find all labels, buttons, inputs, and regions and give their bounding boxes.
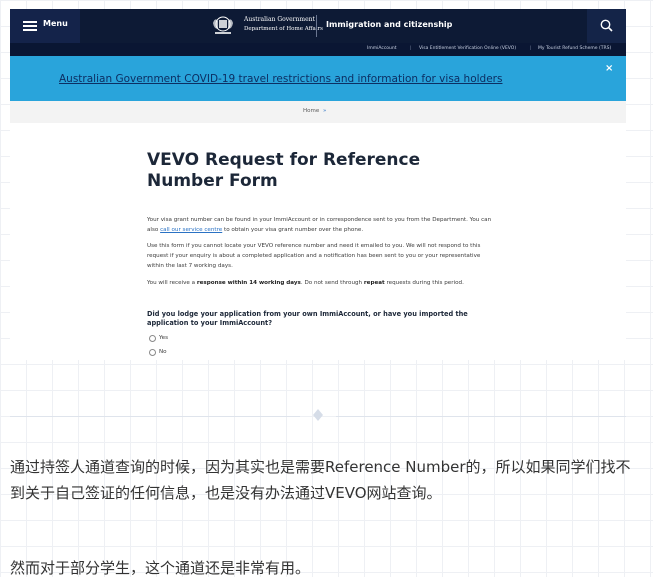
subnav-separator: | [530, 46, 532, 51]
close-icon[interactable]: × [605, 63, 613, 74]
subnav-immiaccount[interactable]: ImmiAccount [367, 46, 397, 51]
usage-paragraph: Use this form if you cannot locate your … [147, 243, 481, 269]
covid-alert-banner: Australian Government COVID-19 travel re… [10, 56, 626, 101]
call-service-centre-link[interactable]: call our service centre [160, 227, 222, 233]
site-header: Menu Australian Government Department of… [10, 9, 626, 43]
header-divider [316, 15, 317, 37]
intro-paragraph: Your visa grant number can be found in y… [147, 216, 492, 236]
radio-yes-label[interactable]: Yes [159, 335, 168, 341]
response-text: You will receive a [147, 280, 197, 286]
diamond-ornament-icon [313, 409, 323, 421]
subnav-separator: | [410, 46, 412, 51]
page-title: VEVO Request for Reference Number Form [147, 150, 421, 191]
department-name: Department of Home Affairs [244, 26, 323, 32]
breadcrumb: Home » [10, 101, 626, 123]
search-button[interactable] [587, 9, 626, 43]
response-time: response within 14 working days [196, 280, 301, 286]
covid-info-link[interactable]: Australian Government COVID-19 travel re… [59, 73, 502, 85]
immiaccount-question: Did you lodge your application from your… [147, 310, 468, 327]
search-icon [600, 19, 613, 32]
radio-yes[interactable] [149, 335, 156, 342]
response-text-end: requests during this period. [384, 280, 464, 286]
repeat-word: repeat [363, 280, 385, 286]
gov-name: Australian Government [244, 16, 315, 23]
hamburger-icon [23, 21, 37, 31]
breadcrumb-separator: » [323, 108, 327, 114]
article-paragraph-1: 通过持签人通道查询的时候，因为其实也是需要Reference Number的，所… [10, 458, 631, 502]
sub-navigation: ImmiAccount | Visa Entitlement Verificat… [10, 43, 626, 56]
subnav-vevo[interactable]: Visa Entitlement Verification Online (VE… [419, 46, 516, 51]
coat-of-arms-icon [213, 16, 233, 34]
site-title[interactable]: Immigration and citizenship [326, 20, 452, 29]
section-divider-right [336, 416, 626, 417]
screenshot-vevo-page: Menu Australian Government Department of… [10, 9, 626, 360]
intro-text-end: to obtain your visa grant number over th… [222, 226, 364, 233]
article-paragraph-2: 然而对于部分学生，这个通道还是非常有用。 [10, 559, 311, 577]
subnav-trs[interactable]: My Tourist Refund Scheme (TRS) [538, 46, 611, 51]
response-text-mid: . Do not send through [300, 280, 364, 286]
section-divider-left [10, 416, 300, 417]
menu-label: Menu [43, 19, 68, 28]
breadcrumb-home[interactable]: Home [303, 108, 319, 114]
radio-no[interactable] [149, 349, 156, 356]
response-paragraph: You will receive a response within 14 wo… [147, 279, 492, 289]
menu-button[interactable]: Menu [10, 9, 80, 43]
radio-no-label[interactable]: No [159, 349, 167, 355]
